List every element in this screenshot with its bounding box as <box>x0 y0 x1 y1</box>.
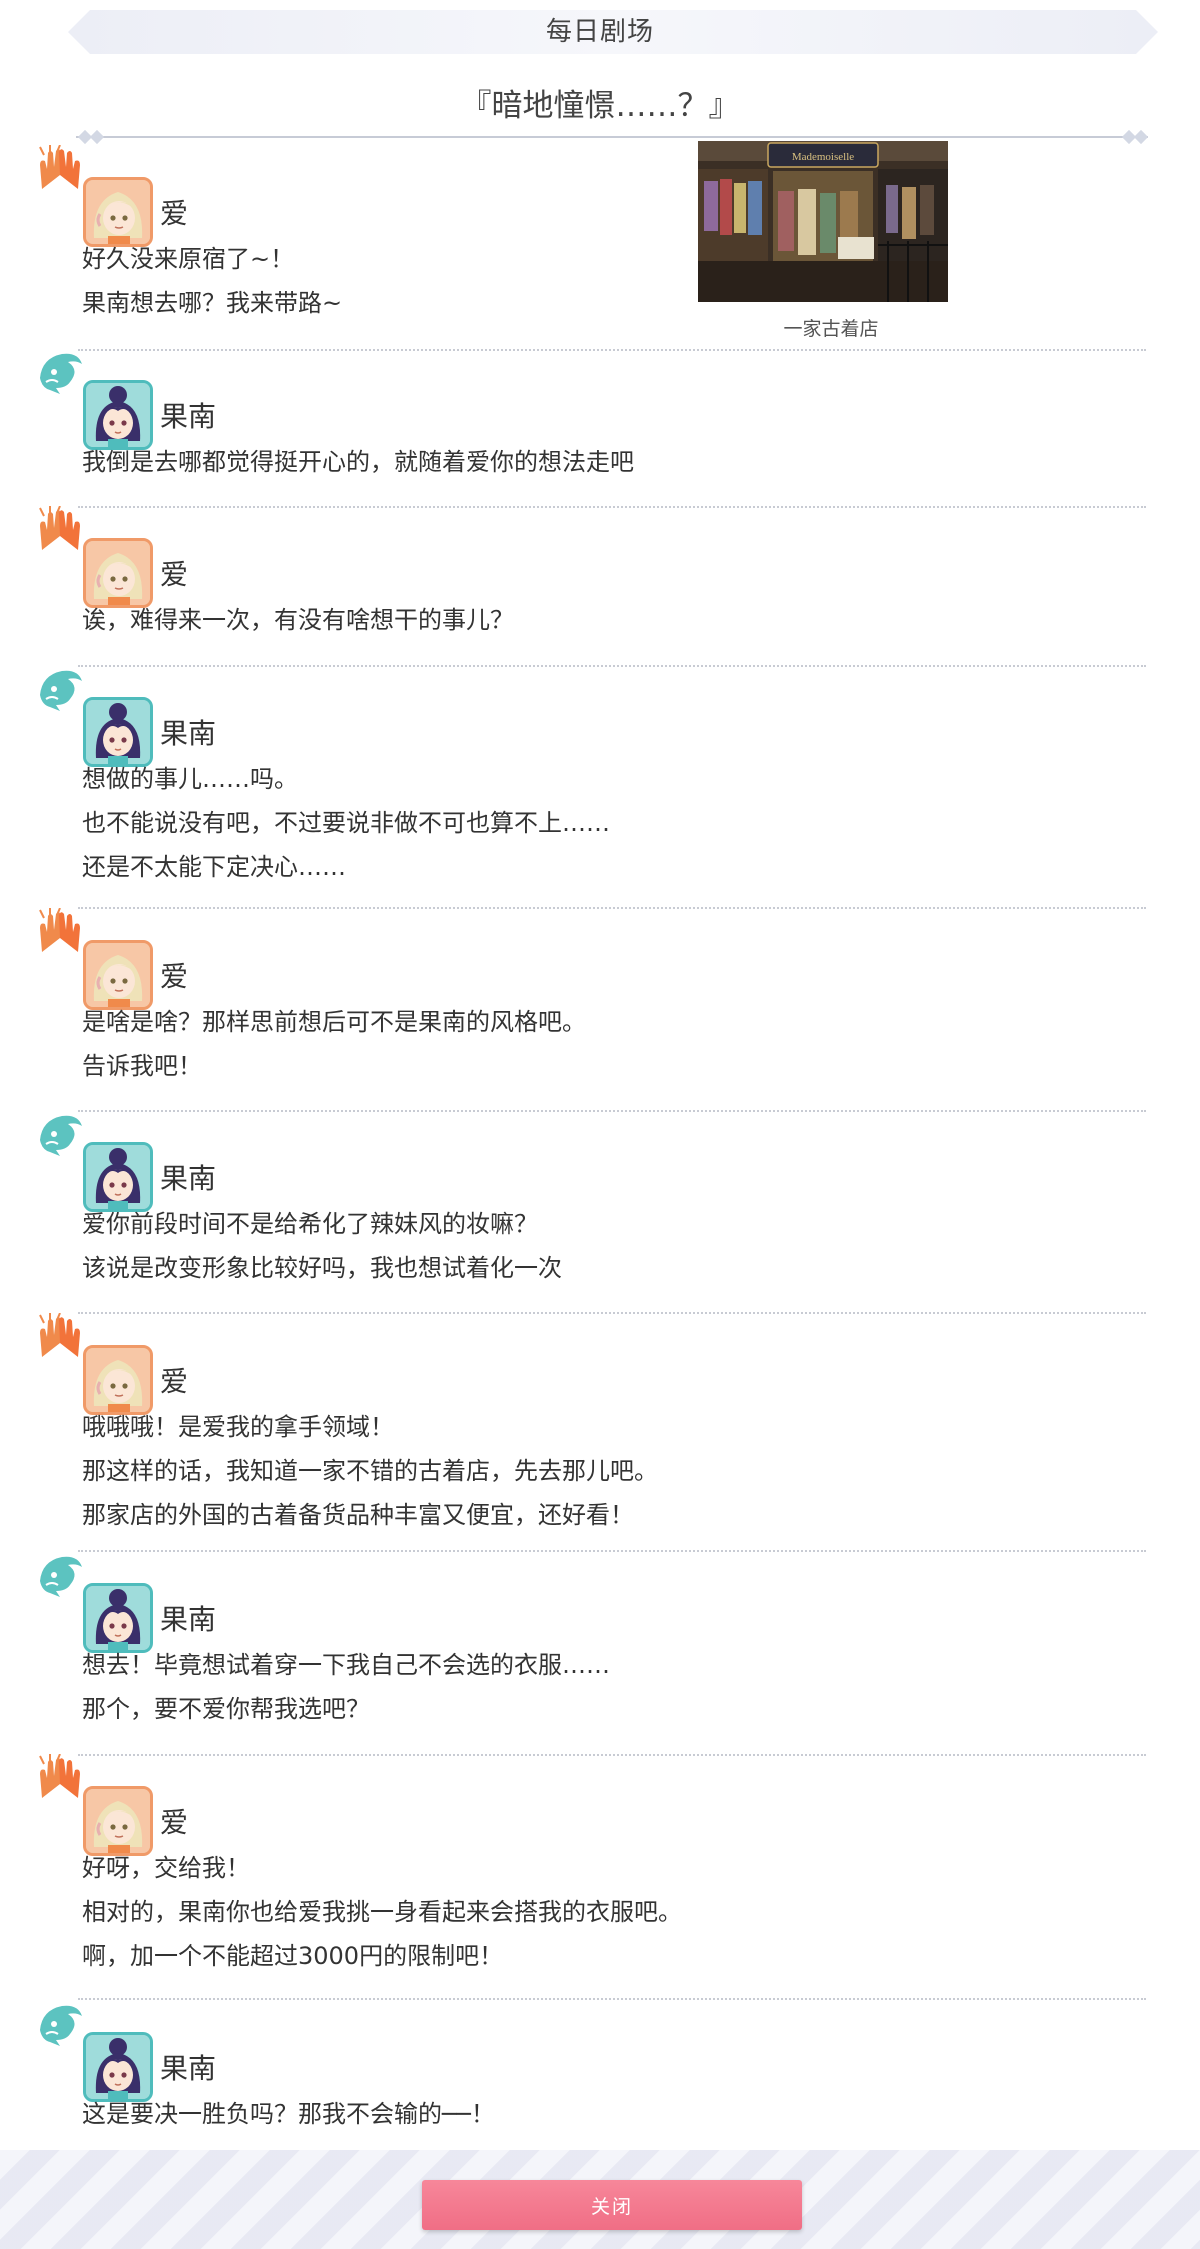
speaker-name: 果南 <box>160 1603 217 1636</box>
dialogue-line: 爱你前段时间不是给希化了辣妹风的妆嘛？ <box>82 1210 538 1238</box>
dialogue-separator <box>78 907 1146 909</box>
story-title: 『暗地憧憬……？』 <box>460 88 740 124</box>
speaker-name: 爱 <box>160 1365 189 1398</box>
hands-emblem-icon <box>36 907 84 956</box>
speaker-name: 果南 <box>160 400 217 433</box>
dialogue-line: 想去！毕竟想试着穿一下我自己不会选的衣服…… <box>82 1651 610 1679</box>
title-divider <box>76 136 1148 138</box>
dolphin-emblem-icon <box>36 665 84 713</box>
hands-emblem-icon <box>36 1753 84 1802</box>
page-title: 每日剧场 <box>545 17 654 47</box>
hands-emblem-icon <box>36 144 84 193</box>
dolphin-emblem-icon <box>36 1110 84 1158</box>
dialogue-text: 好呀，交给我！ 相对的，果南你也给爱我挑一身看起来会搭我的衣服吧。 啊，加一个不能超… <box>82 1846 682 1978</box>
dialogue-line: 我倒是去哪都觉得挺开心的，就随着爱你的想法走吧 <box>82 448 634 476</box>
dialogue-line: 还是不太能下定决心…… <box>82 853 346 881</box>
dialogue-text: 诶，难得来一次，有没有啥想干的事儿？ <box>82 598 514 642</box>
dialogue-line: 也不能说没有吧，不过要说非做不可也算不上…… <box>82 809 610 837</box>
dialogue-line: 那家店的外国的古着备货品种丰富又便宜，还好看！ <box>82 1501 634 1529</box>
dialogue-separator <box>78 665 1146 667</box>
dialogue-line: 那这样的话，我知道一家不错的古着店，先去那儿吧。 <box>82 1457 658 1485</box>
dialogue-separator <box>78 349 1146 351</box>
close-button[interactable]: 关闭 <box>422 2180 802 2230</box>
dialogue-text: 想做的事儿……吗。也不能说没有吧，不过要说非做不可也算不上…… 还是不太能下定决心… <box>82 757 610 889</box>
dialogue-line: 啊，加一个不能超过3000円的限制吧！ <box>82 1942 504 1970</box>
shop-sign-text: Mademoiselle <box>792 151 854 163</box>
dialogue-line: 告诉我吧！ <box>82 1052 202 1080</box>
dialogue-separator <box>78 1998 1146 2000</box>
dialogue-text: 我倒是去哪都觉得挺开心的，就随着爱你的想法走吧 <box>82 440 634 484</box>
speaker-name: 果南 <box>160 2052 217 2085</box>
dialogue-line: 好呀，交给我！ <box>82 1854 250 1882</box>
dialogue-line: 诶，难得来一次，有没有啥想干的事儿？ <box>82 606 514 634</box>
dolphin-emblem-icon <box>36 2000 84 2048</box>
hands-emblem-icon <box>36 505 84 554</box>
divider-diamond-left-2 <box>89 129 105 145</box>
dialogue-line: 想做的事儿……吗。 <box>82 765 298 793</box>
dialogue-text: 想去！毕竟想试着穿一下我自己不会选的衣服…… 那个，要不爱你帮我选吧？ <box>82 1643 610 1731</box>
dialogue-line: 好久没来原宿了~！ <box>82 245 295 273</box>
hands-emblem-icon <box>36 1312 84 1361</box>
shop-photo: Mademoiselle <box>698 141 948 302</box>
dialogue-separator <box>78 506 1146 508</box>
divider-diamond-right-2 <box>1133 129 1149 145</box>
dialogue-line: 哦哦哦！是爱我的拿手领域！ <box>82 1413 394 1441</box>
dialogue-line: 那个，要不爱你帮我选吧？ <box>82 1695 370 1723</box>
dialogue-line: 是啥是啥？那样思前想后可不是果南的风格吧。 <box>82 1008 586 1036</box>
dialogue-line: 该说是改变形象比较好吗，我也想试着化一次 <box>82 1254 562 1282</box>
dialogue-text: 好久没来原宿了~！ 果南想去哪？我来带路~ <box>82 237 342 325</box>
speaker-name: 果南 <box>160 1162 217 1195</box>
dialogue-text: 哦哦哦！是爱我的拿手领域！ 那这样的话，我知道一家不错的古着店，先去那儿吧。 那家店… <box>82 1405 658 1537</box>
dialogue-separator <box>78 1550 1146 1552</box>
dolphin-emblem-icon <box>36 1551 84 1599</box>
dialogue-separator <box>78 1110 1146 1112</box>
dialogue-text: 这是要决一胜负吗？那我不会输的──！ <box>82 2092 495 2136</box>
dialogue-line: 这是要决一胜负吗？那我不会输的──！ <box>82 2100 495 2128</box>
dialogue-separator <box>78 1754 1146 1756</box>
speaker-name: 爱 <box>160 1806 189 1839</box>
speaker-name: 果南 <box>160 717 217 750</box>
speaker-name: 爱 <box>160 197 189 230</box>
speaker-name: 爱 <box>160 558 189 591</box>
dialogue-text: 是啥是啥？那样思前想后可不是果南的风格吧。 告诉我吧！ <box>82 1000 586 1088</box>
dialogue-line: 果南想去哪？我来带路~ <box>82 289 343 317</box>
shop-photo-caption: 一家古着店 <box>783 318 879 340</box>
dialogue-text: 爱你前段时间不是给希化了辣妹风的妆嘛？ 该说是改变形象比较好吗，我也想试着化一次 <box>82 1202 562 1290</box>
shop-photo-illustration: Mademoiselle <box>698 141 948 302</box>
dialogue-separator <box>78 1312 1146 1314</box>
dolphin-emblem-icon <box>36 348 84 396</box>
dialogue-line: 相对的，果南你也给爱我挑一身看起来会搭我的衣服吧。 <box>82 1898 682 1926</box>
speaker-name: 爱 <box>160 960 189 993</box>
